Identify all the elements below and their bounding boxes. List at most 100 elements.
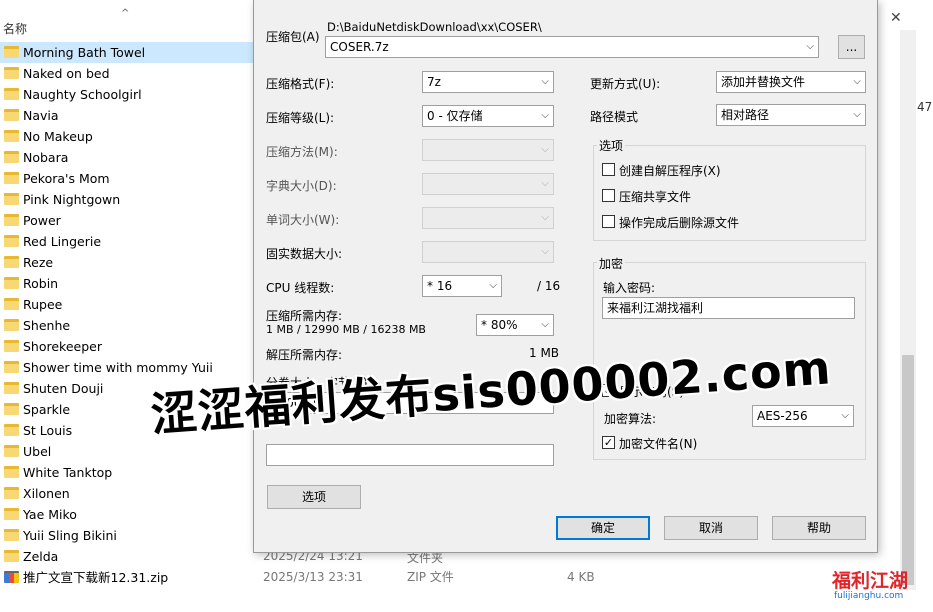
word-label: 单词大小(W): <box>266 213 340 227</box>
file-row[interactable]: Morning Bath Towel <box>0 42 260 63</box>
path-combo[interactable]: 相对路径 ⌵ <box>716 104 866 126</box>
file-name: Rupee <box>23 297 63 312</box>
folder-icon <box>4 487 19 499</box>
archive-name-value: COSER.7z <box>330 40 389 54</box>
archive-name-combo[interactable]: COSER.7z ⌵ <box>325 36 819 58</box>
chevron-down-icon: ⌵ <box>541 144 549 155</box>
folder-icon <box>4 193 19 205</box>
password-input[interactable]: 来福利江湖找福利 <box>602 297 855 319</box>
chevron-down-icon: ⌵ <box>541 212 549 223</box>
folder-icon <box>4 319 19 331</box>
password-label: 输入密码: <box>603 281 656 295</box>
file-row[interactable]: Robin <box>0 273 260 294</box>
parameters-input[interactable] <box>266 444 554 466</box>
format-combo[interactable]: 7z ⌵ <box>422 71 554 93</box>
file-row-zip[interactable]: 推广文宣下载新12.31.zip 2025/3/13 23:31 ZIP 文件 … <box>0 567 600 588</box>
file-row[interactable]: Shuten Douji <box>0 378 260 399</box>
cpu-label: CPU 线程数: <box>266 281 335 295</box>
solid-label: 固实数据大小: <box>266 247 343 261</box>
file-name: Reze <box>23 255 54 270</box>
level-combo[interactable]: 0 - 仅存储 ⌵ <box>422 105 554 127</box>
file-row[interactable]: Red Lingerie <box>0 231 260 252</box>
cancel-button[interactable]: 取消 <box>664 516 758 540</box>
file-row[interactable]: Zelda <box>0 546 260 567</box>
encrypt-names-checkbox[interactable]: ✓ <box>602 436 615 449</box>
format-value: 7z <box>427 75 441 89</box>
sfx-checkbox[interactable] <box>602 163 615 176</box>
file-row[interactable]: Naughty Schoolgirl <box>0 84 260 105</box>
folder-icon <box>4 256 19 268</box>
file-row[interactable]: St Louis <box>0 420 260 441</box>
file-row[interactable]: Yae Miko <box>0 504 260 525</box>
file-row[interactable]: Rupee <box>0 294 260 315</box>
file-row[interactable]: Reze <box>0 252 260 273</box>
update-value: 添加并替换文件 <box>721 75 806 89</box>
update-combo[interactable]: 添加并替换文件 ⌵ <box>716 71 866 93</box>
method-combo[interactable]: ⌵ <box>422 139 554 161</box>
enc-method-combo[interactable]: AES-256 ⌵ <box>752 405 854 427</box>
column-name-label: 名称 <box>3 22 28 36</box>
file-row[interactable]: Shenhe <box>0 315 260 336</box>
file-name: Xilonen <box>23 486 70 501</box>
file-row[interactable]: White Tanktop <box>0 462 260 483</box>
file-row[interactable]: Nobara <box>0 147 260 168</box>
file-row[interactable]: Pink Nightgown <box>0 189 260 210</box>
file-name: Nobara <box>23 150 69 165</box>
sort-ascending-icon: ^ <box>121 8 130 19</box>
chevron-down-icon: ⌵ <box>489 280 497 291</box>
solid-combo[interactable]: ⌵ <box>422 241 554 263</box>
folder-icon <box>4 361 19 373</box>
cpu-combo[interactable]: * 16 ⌵ <box>422 275 502 297</box>
split-label: 分卷大小，字节(V): <box>266 376 372 390</box>
file-row[interactable]: Ubel <box>0 441 260 462</box>
file-row[interactable]: Yuii Sling Bikini <box>0 525 260 546</box>
folder-icon <box>4 508 19 520</box>
dict-combo[interactable]: ⌵ <box>422 173 554 195</box>
cpu-value: * 16 <box>427 279 453 293</box>
column-header[interactable]: ^ 名称 <box>0 8 260 42</box>
ok-button[interactable]: 确定 <box>556 516 650 540</box>
browse-button[interactable]: ... <box>838 35 865 59</box>
folder-icon <box>4 46 19 58</box>
file-row[interactable]: No Makeup <box>0 126 260 147</box>
file-name: Naked on bed <box>23 66 110 81</box>
word-combo[interactable]: ⌵ <box>422 207 554 229</box>
show-password-checkbox[interactable]: ✓ <box>602 384 615 397</box>
file-row[interactable]: Sparkle <box>0 399 260 420</box>
mem-percent-combo[interactable]: * 80% ⌵ <box>476 314 554 336</box>
path-value: 相对路径 <box>721 108 770 122</box>
chevron-down-icon: ⌵ <box>541 76 549 87</box>
folder-icon <box>4 340 19 352</box>
file-row[interactable]: Power <box>0 210 260 231</box>
file-name: Ubel <box>23 444 52 459</box>
file-name: 推广文宣下载新12.31.zip <box>23 570 169 585</box>
chevron-down-icon: ⌵ <box>541 246 549 257</box>
scrollbar-thumb[interactable] <box>902 355 914 585</box>
dict-label: 字典大小(D): <box>266 179 337 193</box>
file-row[interactable]: Naked on bed <box>0 63 260 84</box>
delete-checkbox[interactable] <box>602 215 615 228</box>
chevron-down-icon: ⌵ <box>541 319 549 330</box>
mem-percent-value: * 80% <box>481 318 518 332</box>
split-input[interactable]: 4000m <box>266 392 554 414</box>
archive-path: D:\BaiduNetdiskDownload\xx\COSER\ <box>327 20 542 34</box>
file-name: Pekora's Mom <box>23 171 110 186</box>
file-name: Shuten Douji <box>23 381 104 396</box>
file-row[interactable]: Navia <box>0 105 260 126</box>
file-name: Naughty Schoolgirl <box>23 87 142 102</box>
file-row[interactable]: Pekora's Mom <box>0 168 260 189</box>
mem-decompress-value: 1 MB <box>529 346 560 360</box>
file-name: Zelda <box>23 549 59 564</box>
shared-checkbox[interactable] <box>602 189 615 202</box>
file-row[interactable]: Shorekeeper <box>0 336 260 357</box>
folder-icon <box>4 214 19 226</box>
folder-icon <box>4 277 19 289</box>
close-icon[interactable]: ✕ <box>890 10 902 26</box>
file-row[interactable]: Shower time with mommy Yuii <box>0 357 260 378</box>
options-button[interactable]: 选项 <box>267 485 361 509</box>
mem-compress-value: 1 MB / 12990 MB / 16238 MB <box>266 323 426 336</box>
help-button[interactable]: 帮助 <box>772 516 866 540</box>
folder-icon <box>4 130 19 142</box>
file-row[interactable]: Xilonen <box>0 483 260 504</box>
file-name: Power <box>23 213 61 228</box>
